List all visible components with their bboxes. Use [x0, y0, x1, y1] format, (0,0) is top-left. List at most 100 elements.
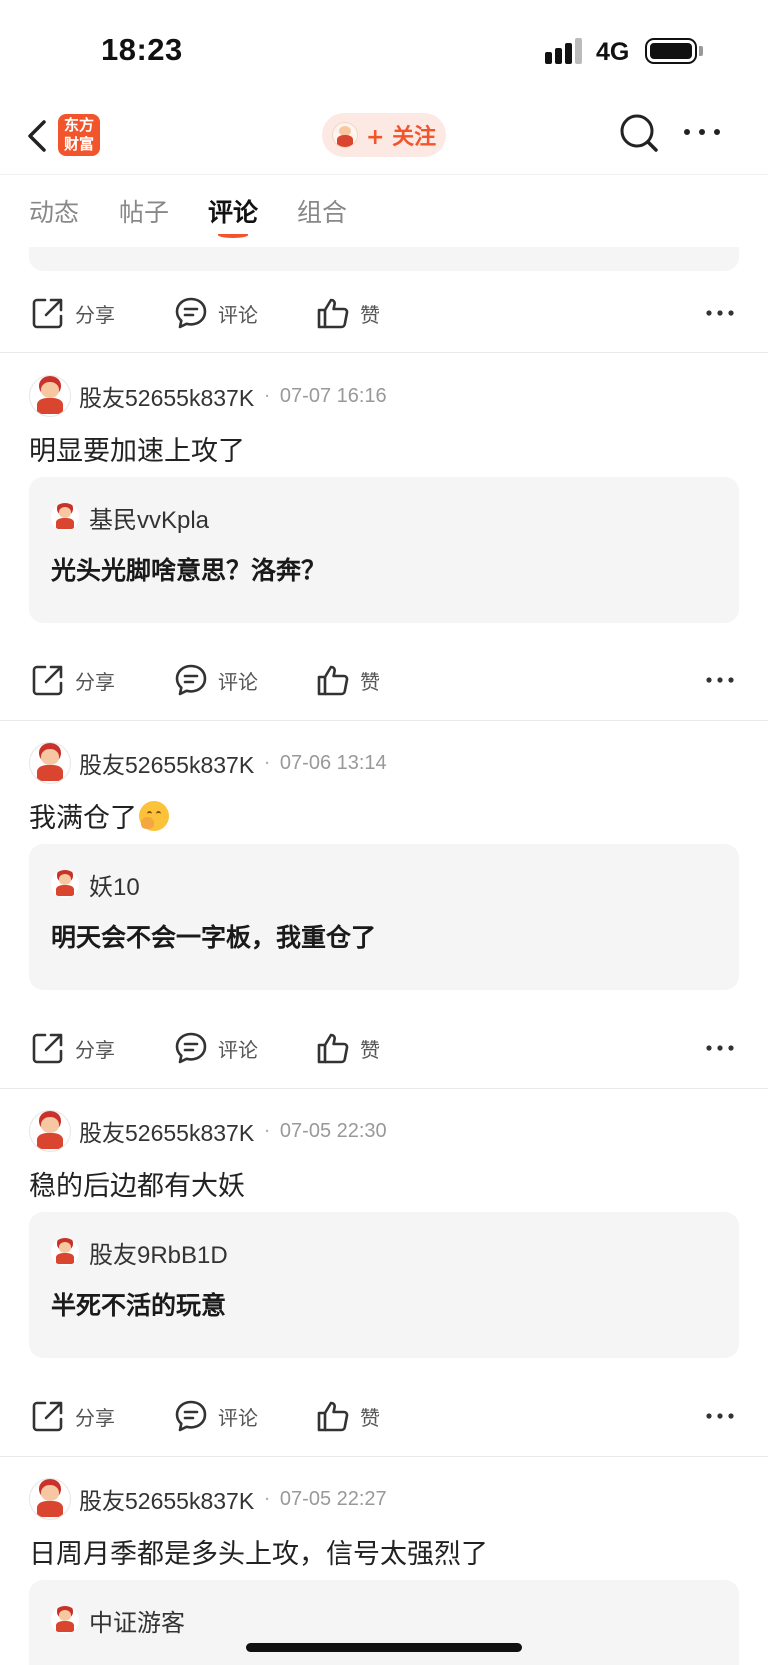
comment-header: 股友52655k837K · 07-05 22:27: [29, 1478, 387, 1520]
divider: [0, 352, 768, 353]
reply-username: 基民vvKpla: [89, 506, 210, 534]
comment-time: 07-06 13:14: [279, 751, 387, 774]
share-icon: [32, 298, 63, 329]
like-button[interactable]: 赞: [316, 1018, 380, 1078]
reply-header: 中证游客: [51, 1602, 185, 1638]
comment-text[interactable]: 稳的后边都有大妖: [29, 1164, 245, 1203]
share-icon: [32, 1033, 63, 1064]
reply-username: 股友9RbB1D: [89, 1241, 228, 1269]
thumbs-up-icon: [317, 1033, 349, 1064]
action-bar: 分享 评论 赞: [0, 1018, 768, 1078]
previous-reply-box: [29, 247, 739, 271]
follow-button[interactable]: + 关注: [322, 113, 446, 157]
search-icon[interactable]: [618, 112, 660, 154]
profile-tabs: 动态 帖子 评论 组合: [0, 175, 768, 247]
thumbs-up-icon: [317, 1401, 349, 1432]
comment-icon: [175, 664, 207, 696]
divider: [0, 1456, 768, 1457]
comment-icon: [175, 297, 207, 329]
tab-posts[interactable]: 帖子: [119, 193, 169, 229]
thumbs-up-icon: [317, 298, 349, 329]
home-indicator: [246, 1643, 522, 1652]
comment-button[interactable]: 评论: [174, 283, 258, 343]
separator-dot: ·: [264, 1120, 270, 1142]
like-button[interactable]: 赞: [316, 650, 380, 710]
reply-username: 中证游客: [89, 1609, 185, 1637]
quoted-reply[interactable]: 妖10 明天会不会一字板，我重仓了: [29, 844, 739, 990]
user-avatar-icon: [332, 122, 358, 148]
quoted-reply[interactable]: 基民vvKpla 光头光脚啥意思？洛奔？: [29, 477, 739, 623]
thumbs-up-icon: [317, 665, 349, 696]
status-time: 18:23: [101, 32, 183, 67]
share-button[interactable]: 分享: [31, 283, 115, 343]
share-button[interactable]: 分享: [31, 1386, 115, 1446]
active-tab-indicator: [218, 232, 248, 238]
action-bar: 分享 评论 赞: [0, 650, 768, 710]
more-icon[interactable]: [706, 1037, 734, 1059]
reply-username: 妖10: [89, 873, 140, 901]
reply-text: 光头光脚啥意思？洛奔？: [51, 556, 327, 585]
more-icon[interactable]: [706, 302, 734, 324]
avatar: [51, 870, 79, 898]
share-icon: [32, 665, 63, 696]
avatar[interactable]: [29, 1478, 71, 1520]
comment-button[interactable]: 评论: [174, 1386, 258, 1446]
more-icon[interactable]: [706, 669, 734, 691]
hand-over-mouth-emoji-icon: [139, 800, 169, 831]
comment-button[interactable]: 评论: [174, 1018, 258, 1078]
comment-time: 07-07 16:16: [279, 384, 387, 407]
comment-header: 股友52655k837K · 07-05 22:30: [29, 1110, 387, 1152]
action-bar: 分享 评论 赞: [0, 1386, 768, 1446]
comment-header: 股友52655k837K · 07-07 16:16: [29, 375, 387, 417]
username[interactable]: 股友52655k837K: [79, 1482, 254, 1516]
app-logo[interactable]: 东方 财富: [58, 114, 100, 156]
battery-tip: [699, 46, 703, 56]
like-button[interactable]: 赞: [316, 283, 380, 343]
comment-text[interactable]: 明显要加速上攻了: [29, 429, 245, 468]
comment-time: 07-05 22:30: [279, 1119, 387, 1142]
avatar[interactable]: [29, 742, 71, 784]
separator-dot: ·: [264, 1488, 270, 1510]
divider: [0, 1088, 768, 1089]
comment-text-row[interactable]: 我满仓了: [29, 796, 169, 835]
back-icon[interactable]: [22, 116, 56, 156]
battery-icon: [645, 38, 697, 64]
avatar: [51, 1606, 79, 1634]
tab-portfolio[interactable]: 组合: [297, 193, 347, 229]
status-bar: 18:23 4G: [0, 0, 768, 100]
comment-icon: [175, 1032, 207, 1064]
share-icon: [32, 1401, 63, 1432]
nav-bar: 东方 财富 + 关注: [0, 100, 768, 175]
reply-header: 妖10: [51, 866, 140, 902]
follow-label: + 关注: [366, 125, 437, 150]
quoted-reply[interactable]: 中证游客: [29, 1580, 739, 1665]
comment-text[interactable]: 日周月季都是多头上攻，信号太强烈了: [29, 1532, 488, 1571]
comment-header: 股友52655k837K · 07-06 13:14: [29, 742, 387, 784]
share-button[interactable]: 分享: [31, 650, 115, 710]
share-button[interactable]: 分享: [31, 1018, 115, 1078]
more-options-icon[interactable]: [682, 122, 722, 142]
reply-text: 明天会不会一字板，我重仓了: [51, 923, 377, 952]
username[interactable]: 股友52655k837K: [79, 379, 254, 413]
tab-comments[interactable]: 评论: [208, 193, 258, 229]
separator-dot: ·: [264, 752, 270, 774]
reply-text: 半死不活的玩意: [51, 1291, 227, 1320]
avatar: [51, 503, 79, 531]
quoted-reply[interactable]: 股友9RbB1D 半死不活的玩意: [29, 1212, 739, 1358]
avatar[interactable]: [29, 375, 71, 417]
comment-icon: [175, 1400, 207, 1432]
avatar[interactable]: [29, 1110, 71, 1152]
action-bar: 分享 评论 赞: [0, 283, 768, 343]
comment-text: 我满仓了: [29, 803, 137, 834]
separator-dot: ·: [264, 385, 270, 407]
tab-dynamics[interactable]: 动态: [29, 193, 79, 229]
username[interactable]: 股友52655k837K: [79, 746, 254, 780]
username[interactable]: 股友52655k837K: [79, 1114, 254, 1148]
like-button[interactable]: 赞: [316, 1386, 380, 1446]
divider: [0, 720, 768, 721]
more-icon[interactable]: [706, 1405, 734, 1427]
comment-button[interactable]: 评论: [174, 650, 258, 710]
network-type: 4G: [596, 38, 630, 66]
comment-time: 07-05 22:27: [279, 1487, 387, 1510]
signal-icon: [545, 38, 585, 64]
